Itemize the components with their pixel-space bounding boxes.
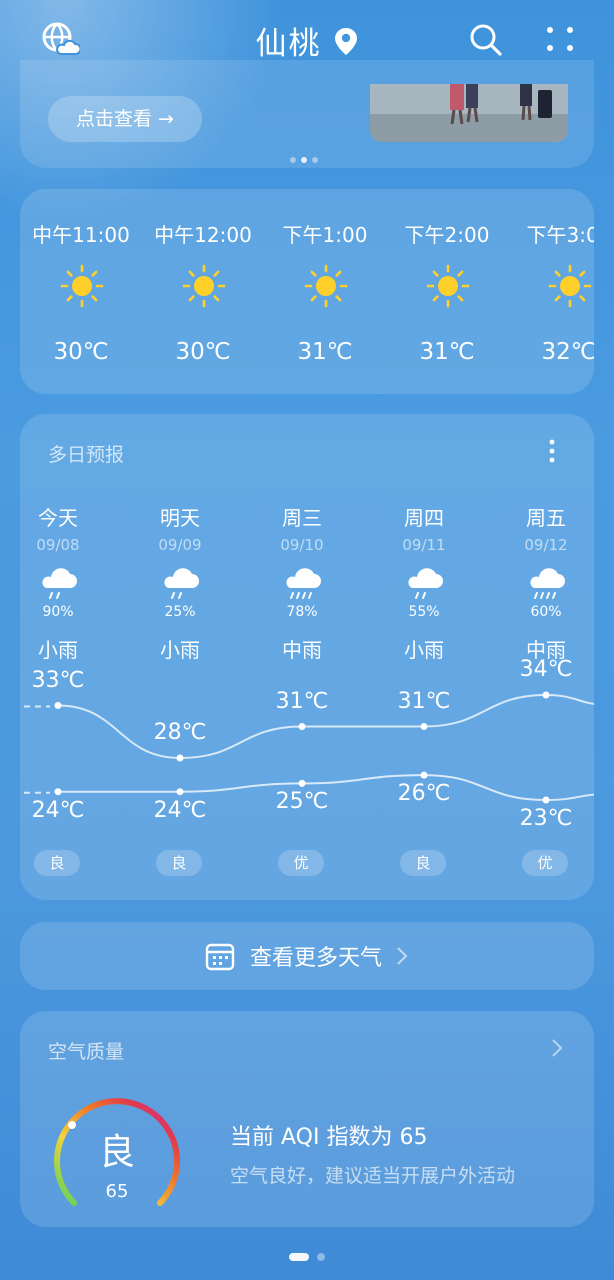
aqi-level: 良 [98, 1132, 135, 1173]
precip-chance: 55% [408, 604, 440, 620]
precip-chance: 90% [42, 604, 74, 620]
hourly-forecast-card[interactable]: 中午11:00 30℃ 中午12:00 30℃ 下午1:00 31℃ 下午2:0… [20, 189, 594, 394]
sun-icon [60, 264, 104, 308]
high-temp-label: 31℃ [275, 688, 329, 714]
city-name: 仙桃 [255, 26, 322, 62]
high-temp-label: 31℃ [397, 688, 451, 714]
aqi-badge: 优 [522, 850, 568, 876]
hour-temp: 30℃ [53, 339, 109, 365]
pager-dot [312, 157, 318, 163]
high-temp-label: 28℃ [153, 720, 207, 745]
page-dot-active [289, 1252, 309, 1261]
sun-icon [426, 264, 470, 308]
weather-condition: 小雨 [404, 638, 444, 662]
aqi-summary: 当前 AQI 指数为 65 [230, 1125, 428, 1150]
more-weather-label: 查看更多天气 [249, 946, 382, 971]
low-temp-label: 24℃ [153, 797, 207, 823]
low-temp-label: 26℃ [397, 781, 451, 807]
pager-dot [290, 157, 296, 163]
banner-pager [290, 148, 323, 167]
aqi-badge: 良 [34, 850, 80, 876]
daily-forecast-card[interactable]: 多日预报 今天 09/08 90% 小雨 良 明天 09/09 25% 小雨 良… [20, 414, 594, 900]
high-temp-point [176, 754, 184, 762]
more-weather-button[interactable]: 查看更多天气 [20, 922, 594, 990]
calendar-icon [205, 943, 235, 971]
city-title[interactable]: 仙桃 [0, 18, 614, 63]
weather-condition: 小雨 [38, 638, 78, 662]
high-temp-point [542, 691, 550, 699]
light-rain-icon [163, 567, 200, 599]
sun-icon [548, 264, 592, 308]
hour-time: 下午3:00 [526, 223, 594, 247]
search-icon[interactable] [468, 22, 504, 58]
low-temp-point [176, 788, 184, 796]
precip-chance: 60% [530, 604, 562, 620]
news-banner-card[interactable]: 点击查看 → [20, 60, 594, 168]
high-temp-point [298, 723, 306, 730]
air-quality-card[interactable]: 空气质量 良 65 当前 AQI 指数为 65 空气良好，建议适当开展户外活动 [20, 1011, 594, 1227]
sun-icon [304, 264, 348, 308]
precip-chance: 25% [164, 604, 196, 620]
chevron-right-icon [397, 947, 408, 965]
weather-condition: 小雨 [160, 638, 200, 662]
day-name: 周五 [526, 506, 566, 530]
high-temp-label: 33℃ [31, 667, 85, 693]
low-temp-point [298, 779, 306, 787]
hour-time: 下午2:00 [404, 223, 490, 247]
high-temp-point [54, 702, 62, 709]
aqi-advice: 空气良好，建议适当开展户外活动 [230, 1165, 516, 1187]
hour-temp: 32℃ [541, 339, 594, 365]
chevron-right-icon[interactable] [550, 1037, 564, 1059]
hour-temp: 31℃ [297, 339, 353, 365]
aqi-value: 65 [105, 1181, 129, 1202]
day-date: 09/08 [36, 536, 80, 554]
low-temp-label: 24℃ [31, 797, 85, 823]
light-rain-icon [41, 567, 78, 599]
day-date: 09/11 [402, 536, 446, 554]
hour-time: 下午1:00 [282, 223, 368, 247]
moderate-rain-icon [285, 567, 322, 599]
low-temp-point [420, 771, 428, 779]
hour-time: 中午12:00 [154, 223, 252, 247]
aqi-badge: 良 [156, 850, 202, 876]
high-temp-label: 34℃ [519, 657, 573, 682]
low-temp-label: 23℃ [519, 806, 573, 831]
day-name: 周三 [282, 506, 322, 530]
aqi-badge: 优 [278, 850, 324, 876]
day-date: 09/09 [158, 536, 202, 554]
moderate-rain-icon [529, 567, 566, 599]
page-indicator [0, 1246, 614, 1265]
page-dot [317, 1252, 325, 1261]
day-name: 今天 [38, 506, 78, 530]
high-temp-point [420, 723, 428, 730]
day-date: 09/10 [280, 536, 324, 554]
aqi-gauge: 良 65 [52, 1097, 182, 1209]
day-name: 周四 [404, 506, 444, 530]
location-pin-icon [334, 27, 357, 55]
low-temp-point [54, 788, 62, 796]
hour-temp: 30℃ [175, 339, 231, 365]
weather-condition: 中雨 [282, 638, 322, 662]
banner-photo [370, 84, 568, 142]
hour-time: 中午11:00 [32, 223, 130, 247]
sun-icon [182, 264, 226, 308]
low-temp-point [542, 796, 550, 804]
air-quality-title: 空气质量 [48, 1041, 125, 1063]
aqi-badge: 良 [400, 850, 446, 876]
pager-dot-active [301, 157, 307, 163]
day-date: 09/12 [524, 536, 568, 554]
light-rain-icon [407, 567, 444, 599]
day-name: 明天 [160, 506, 200, 530]
hour-temp: 31℃ [419, 339, 475, 365]
low-temp-label: 25℃ [275, 789, 329, 815]
view-details-button[interactable]: 点击查看 → [48, 96, 202, 142]
precip-chance: 78% [286, 604, 318, 620]
more-dots-icon[interactable] [544, 22, 576, 56]
